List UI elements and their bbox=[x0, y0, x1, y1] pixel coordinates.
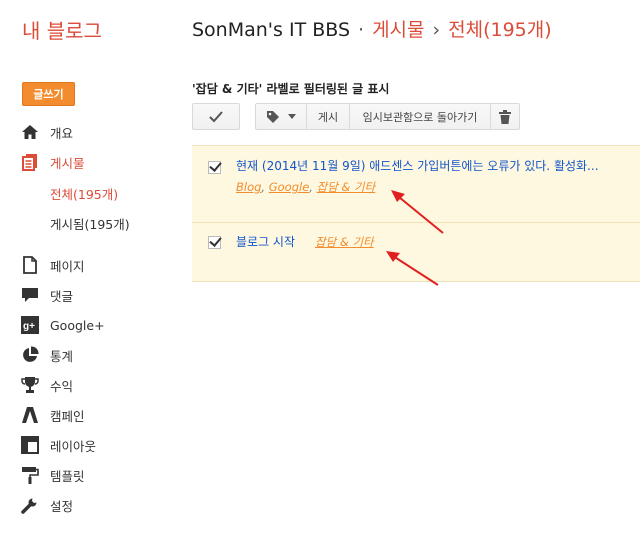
sidebar-subitem-published[interactable]: 게시됨(195개) bbox=[50, 214, 130, 233]
sidebar-item-posts[interactable]: 게시물 bbox=[20, 151, 85, 173]
sidebar-item-label: 통계 bbox=[50, 348, 74, 364]
filter-title: '잡담 & 기타' 라벨로 필터링된 글 표시 bbox=[192, 82, 390, 96]
stats-icon bbox=[20, 345, 40, 365]
sidebar-item-label: 댓글 bbox=[50, 288, 74, 304]
sidebar-item-label: 설정 bbox=[50, 498, 74, 514]
sidebar-item-label: Google+ bbox=[50, 317, 105, 333]
page-icon bbox=[20, 255, 40, 275]
post-title[interactable]: 현재 (2014년 11월 9일) 애드센스 가입버튼에는 오류가 있다. 활성… bbox=[236, 157, 636, 174]
revert-to-draft-button[interactable]: 임시보관함으로 돌아가기 bbox=[349, 103, 491, 130]
svg-text:g+: g+ bbox=[23, 321, 35, 332]
trophy-icon bbox=[20, 375, 40, 395]
check-icon bbox=[209, 110, 223, 122]
breadcrumb-section[interactable]: 게시물 bbox=[372, 19, 424, 41]
layout-icon bbox=[20, 435, 40, 455]
sidebar-item-settings[interactable]: 설정 bbox=[20, 494, 73, 516]
sidebar-item-stats[interactable]: 통계 bbox=[20, 344, 73, 366]
sidebar-item-comments[interactable]: 댓글 bbox=[20, 284, 73, 306]
my-blog-link[interactable]: 내 블로그 bbox=[22, 15, 102, 44]
trash-icon bbox=[499, 109, 511, 124]
annotation-arrow bbox=[391, 190, 444, 234]
posts-icon bbox=[20, 152, 40, 172]
sidebar-item-google-plus[interactable]: g+ Google+ bbox=[20, 314, 105, 336]
tag-icon bbox=[267, 110, 279, 123]
write-post-button[interactable]: 글쓰기 bbox=[22, 82, 75, 106]
sidebar-item-pages[interactable]: 페이지 bbox=[20, 254, 85, 276]
sidebar-item-overview[interactable]: 개요 bbox=[20, 121, 73, 143]
sidebar-item-label: 캠페인 bbox=[50, 408, 85, 424]
sidebar-item-layout[interactable]: 레이아웃 bbox=[20, 434, 96, 456]
comment-icon bbox=[20, 285, 40, 305]
sidebar-item-label: 개요 bbox=[50, 125, 74, 141]
post-label-link[interactable]: Blog bbox=[236, 180, 261, 194]
post-label-link[interactable]: 잡담 & 기타 bbox=[315, 235, 374, 249]
post-label-link[interactable]: Google bbox=[269, 180, 310, 194]
home-icon bbox=[20, 122, 40, 142]
post-checkbox[interactable] bbox=[208, 236, 221, 249]
campaign-icon bbox=[20, 405, 40, 425]
annotation-arrow bbox=[386, 251, 439, 286]
chevron-down-icon bbox=[288, 113, 296, 119]
breadcrumb-separator: · bbox=[358, 19, 365, 41]
sidebar-item-label: 페이지 bbox=[50, 258, 85, 274]
wrench-icon bbox=[20, 495, 40, 515]
sidebar-item-campaigns[interactable]: 캠페인 bbox=[20, 404, 85, 426]
google-plus-icon: g+ bbox=[20, 315, 40, 335]
breadcrumb: SonMan's IT BBS · 게시물 › 전체(195개) bbox=[192, 15, 552, 42]
post-title[interactable]: 블로그 시작 bbox=[236, 233, 295, 250]
sidebar-item-label: 게시물 bbox=[50, 155, 85, 171]
paint-roller-icon bbox=[20, 465, 40, 485]
breadcrumb-filter[interactable]: 전체(195개) bbox=[448, 19, 552, 41]
sidebar-item-template[interactable]: 템플릿 bbox=[20, 464, 85, 486]
publish-button[interactable]: 게시 bbox=[306, 103, 350, 130]
select-all-checkbox[interactable] bbox=[192, 103, 240, 130]
sidebar-item-earnings[interactable]: 수익 bbox=[20, 374, 73, 396]
sidebar-item-label: 수익 bbox=[50, 378, 74, 394]
header: 내 블로그 SonMan's IT BBS · 게시물 › 전체(195개) bbox=[0, 0, 640, 58]
toolbar: 게시 임시보관함으로 돌아가기 bbox=[192, 103, 520, 130]
label-dropdown-button[interactable] bbox=[255, 103, 307, 130]
sidebar-item-label: 템플릿 bbox=[50, 468, 85, 484]
post-checkbox[interactable] bbox=[208, 161, 221, 174]
breadcrumb-separator: › bbox=[432, 19, 441, 41]
post-label-link[interactable]: 잡담 & 기타 bbox=[317, 180, 376, 194]
sidebar-subitem-all[interactable]: 전체(195개) bbox=[50, 184, 118, 203]
post-labels: 잡담 & 기타 bbox=[315, 234, 374, 250]
sidebar-item-label: 레이아웃 bbox=[50, 438, 97, 454]
delete-button[interactable] bbox=[490, 103, 520, 130]
post-labels: Blog, Google, 잡담 & 기타 bbox=[236, 180, 376, 194]
breadcrumb-blog-name[interactable]: SonMan's IT BBS bbox=[192, 19, 350, 41]
